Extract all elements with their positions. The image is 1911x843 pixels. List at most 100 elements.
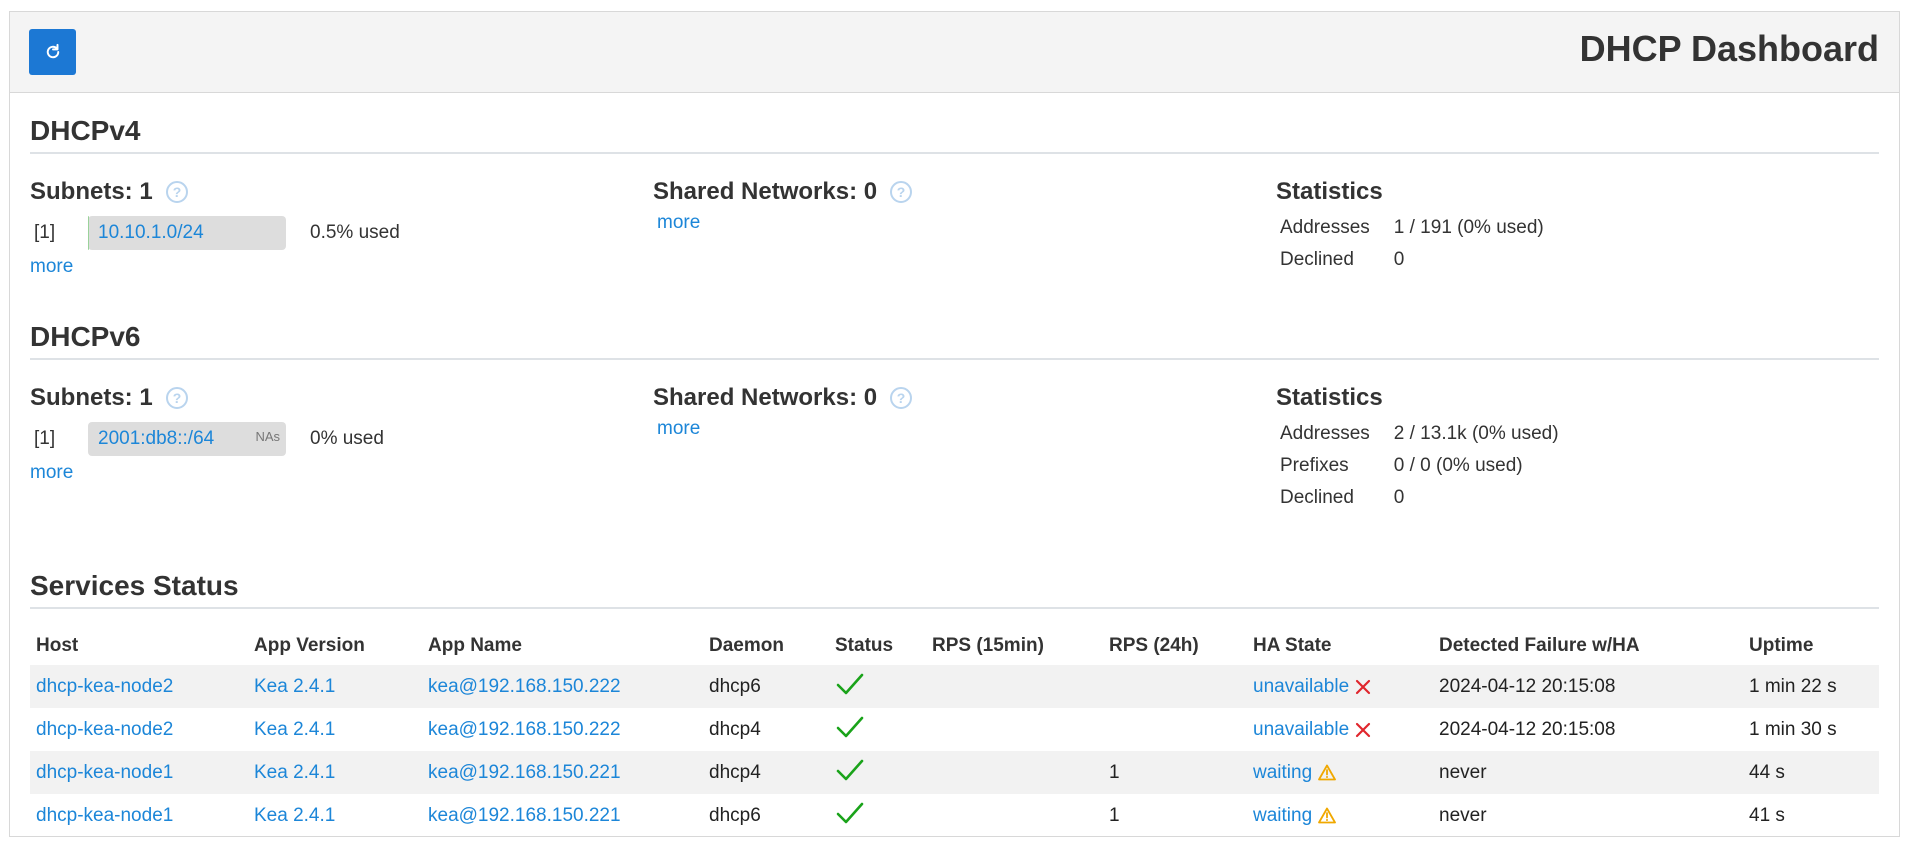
subnet-link[interactable]: 2001:db8::/64 — [98, 428, 214, 450]
dhcp4-shared-panel: Shared Networks: 0 ? more — [653, 176, 1213, 234]
dhcp6-statistics-table: Addresses 2 / 13.1k (0% used) Prefixes 0 /… — [1276, 418, 1563, 514]
detected-failure-cell: never — [1439, 804, 1487, 826]
stat-row: Prefixes 0 / 0 (0% used) — [1280, 455, 1523, 476]
app-version-link[interactable]: Kea 2.4.1 — [254, 805, 335, 826]
app-name-link[interactable]: kea@192.168.150.222 — [428, 676, 621, 697]
page-title: DHCP Dashboard — [1579, 28, 1879, 69]
daemon-cell: dhcp6 — [709, 804, 761, 826]
column-header: App Name — [428, 635, 522, 656]
host-link[interactable]: dhcp-kea-node2 — [36, 719, 173, 740]
app-name-link[interactable]: kea@192.168.150.222 — [428, 719, 621, 740]
subnet-index: [1] — [34, 428, 56, 449]
uptime-cell: 41 s — [1749, 804, 1785, 826]
check-icon — [835, 716, 865, 744]
svg-text:?: ? — [897, 390, 906, 406]
daemon-cell: dhcp4 — [709, 718, 761, 740]
dashboard-frame: DHCP Dashboard DHCPv4 Subnets: 1 ? [1] 1… — [9, 11, 1900, 837]
dhcp4-shared-label: Shared Networks: 0 — [653, 178, 878, 205]
column-header: Uptime — [1749, 635, 1814, 656]
column-header: RPS (15min) — [932, 635, 1044, 656]
services-table: Host App Version App Name Daemon Status RPS (… — [30, 627, 1879, 837]
services-header-row: Host App Version App Name Daemon Status RPS (… — [30, 627, 1879, 665]
dhcp4-shared-more-link[interactable]: more — [653, 212, 1213, 234]
column-header: Host — [36, 635, 79, 656]
daemon-cell: dhcp4 — [703, 751, 829, 794]
dhcp4-statistics-title: Statistics — [1276, 178, 1383, 205]
dashboard-header: DHCP Dashboard — [10, 12, 1899, 93]
help-icon[interactable]: ? — [889, 180, 913, 204]
subnet-row: [1] 10.10.1.0/24 0.5% used — [30, 216, 590, 250]
app-version-link[interactable]: Kea 2.4.1 — [254, 719, 335, 740]
rps-24h-cell: 1 — [1103, 751, 1247, 794]
host-link[interactable]: dhcp-kea-node2 — [36, 676, 173, 697]
table-row: dhcp-kea-node1 Kea 2.4.1 kea@192.168.150.2… — [30, 751, 1879, 794]
rps-24h-cell — [1103, 708, 1247, 751]
subnet-type-badge: NAs — [255, 429, 280, 444]
dhcp6-subnets-panel: Subnets: 1 ? [1] 2001:db8::/64 NAs 0% us… — [30, 382, 590, 484]
services-body: dhcp-kea-node2 Kea 2.4.1 kea@192.168.150.2… — [30, 665, 1879, 837]
rps-24h-cell — [1103, 665, 1247, 708]
dhcp6-subnets-label: Subnets: 1 — [30, 384, 153, 411]
cross-icon — [1355, 722, 1371, 738]
help-icon[interactable]: ? — [165, 386, 189, 410]
dhcp6-subnets-more-link[interactable]: more — [30, 462, 590, 484]
subnet-used: 0.5% used — [310, 222, 400, 243]
stat-row: Addresses 1 / 191 (0% used) — [1280, 217, 1544, 238]
dhcp6-shared-label: Shared Networks: 0 — [653, 384, 878, 411]
check-icon — [835, 759, 865, 787]
dhcp6-title: DHCPv6 — [30, 318, 1879, 360]
daemon-cell: dhcp6 — [703, 665, 829, 708]
table-row: dhcp-kea-node2 Kea 2.4.1 kea@192.168.150.2… — [30, 708, 1879, 751]
column-header: App Version — [254, 635, 365, 656]
warning-icon — [1318, 764, 1337, 781]
subnet-utilization-bar: 2001:db8::/64 NAs — [88, 422, 286, 456]
dhcp4-statistics-table: Addresses 1 / 191 (0% used) Declined 0 — [1276, 212, 1548, 276]
dhcp6-statistics-panel: Statistics Addresses 2 / 13.1k (0% used) … — [1276, 382, 1876, 514]
rps-15min-cell — [926, 794, 1103, 837]
column-header: RPS (24h) — [1109, 635, 1199, 656]
subnet-row: [1] 2001:db8::/64 NAs 0% used — [30, 422, 590, 456]
column-header: Status — [835, 635, 894, 656]
host-link[interactable]: dhcp-kea-node1 — [36, 762, 173, 783]
subnet-link[interactable]: 10.10.1.0/24 — [98, 222, 204, 244]
app-version-link[interactable]: Kea 2.4.1 — [254, 762, 335, 783]
rps-24h-cell: 1 — [1109, 804, 1120, 826]
help-icon[interactable]: ? — [165, 180, 189, 204]
stat-row: Declined 0 — [1280, 487, 1405, 508]
host-link[interactable]: dhcp-kea-node1 — [36, 805, 173, 826]
table-row: dhcp-kea-node2 Kea 2.4.1 kea@192.168.150.2… — [30, 665, 1879, 708]
app-version-link[interactable]: Kea 2.4.1 — [254, 676, 335, 697]
warning-icon — [1318, 807, 1337, 824]
ha-state-link[interactable]: waiting — [1253, 805, 1312, 827]
svg-text:?: ? — [172, 184, 181, 200]
dhcp6-section: DHCPv6 Subnets: 1 ? [1] 2001:db8::/64 NA… — [30, 318, 1879, 508]
dhcp6-statistics-title: Statistics — [1276, 384, 1383, 411]
dhcp6-shared-more-link[interactable]: more — [653, 418, 1213, 440]
dhcp4-statistics-panel: Statistics Addresses 1 / 191 (0% used) De… — [1276, 176, 1876, 276]
dhcp6-shared-panel: Shared Networks: 0 ? more — [653, 382, 1213, 440]
app-name-link[interactable]: kea@192.168.150.221 — [428, 762, 621, 783]
subnet-utilization-fill — [88, 216, 89, 250]
svg-text:?: ? — [172, 390, 181, 406]
refresh-icon — [46, 43, 59, 59]
detected-failure-cell: 2024-04-12 20:15:08 — [1439, 718, 1616, 740]
dhcp4-subnets-label: Subnets: 1 — [30, 178, 153, 205]
ha-state-link[interactable]: unavailable — [1253, 719, 1349, 741]
help-icon[interactable]: ? — [889, 386, 913, 410]
services-title: Services Status — [30, 567, 1879, 609]
cross-icon — [1355, 679, 1371, 695]
rps-15min-cell — [926, 665, 1103, 708]
subnet-index: [1] — [34, 222, 56, 243]
rps-15min-cell — [926, 708, 1103, 751]
ha-state-link[interactable]: unavailable — [1253, 676, 1349, 698]
column-header: Detected Failure w/HA — [1439, 635, 1640, 656]
dhcp4-subnets-more-link[interactable]: more — [30, 256, 590, 278]
uptime-cell: 1 min 22 s — [1743, 665, 1879, 708]
app-name-link[interactable]: kea@192.168.150.221 — [428, 805, 621, 826]
ha-state-link[interactable]: waiting — [1253, 762, 1312, 784]
subnet-utilization-bar: 10.10.1.0/24 — [88, 216, 286, 250]
uptime-cell: 1 min 30 s — [1749, 718, 1837, 740]
refresh-button[interactable] — [29, 29, 76, 75]
dhcp4-subnets-panel: Subnets: 1 ? [1] 10.10.1.0/24 0.5% used — [30, 176, 590, 278]
dhcp4-section: DHCPv4 Subnets: 1 ? [1] 10.10.1.0/24 0.5… — [30, 112, 1879, 277]
